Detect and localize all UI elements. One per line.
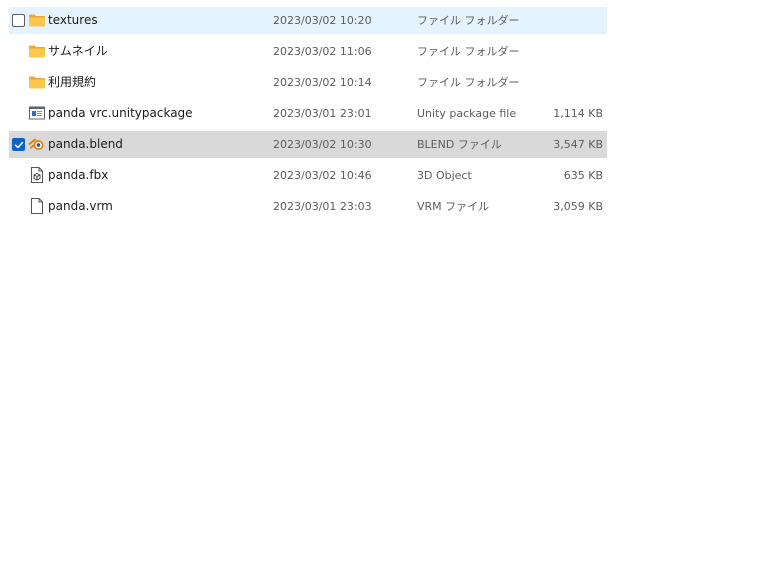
list-item[interactable]: 利用規約 2023/03/02 10:14 ファイル フォルダー — [9, 69, 607, 96]
file-name: textures — [48, 13, 98, 27]
row-checkbox[interactable] — [12, 14, 25, 27]
date-modified: 2023/03/02 10:30 — [273, 138, 372, 151]
date-modified: 2023/03/02 10:20 — [273, 14, 372, 27]
file-size — [549, 38, 603, 65]
unity-package-icon — [28, 104, 46, 122]
date-modified: 2023/03/02 10:14 — [273, 76, 372, 89]
list-item[interactable]: panda.vrm 2023/03/01 23:03 VRM ファイル 3,05… — [9, 193, 607, 220]
date-modified: 2023/03/02 10:46 — [273, 169, 372, 182]
file-name: panda.blend — [48, 137, 123, 151]
3d-object-icon — [28, 166, 46, 184]
row-checkbox[interactable] — [12, 138, 25, 151]
file-size: 3,059 KB — [553, 200, 603, 213]
file-name: panda.fbx — [48, 168, 109, 182]
file-type: Unity package file — [417, 107, 517, 120]
file-size — [549, 69, 603, 96]
file-size: 1,114 KB — [553, 107, 603, 120]
list-item[interactable]: panda vrc.unitypackage 2023/03/01 23:01 … — [9, 100, 607, 127]
date-modified: 2023/03/01 23:01 — [273, 107, 372, 120]
file-name: サムネイル — [48, 44, 108, 58]
file-size — [549, 7, 603, 34]
folder-icon — [28, 11, 46, 29]
list-item[interactable]: panda.fbx 2023/03/02 10:46 3D Object 635… — [9, 162, 607, 189]
date-modified: 2023/03/01 23:03 — [273, 200, 372, 213]
blender-icon — [28, 135, 46, 153]
file-icon — [28, 197, 46, 215]
list-item[interactable]: panda.blend 2023/03/02 10:30 BLEND ファイル … — [9, 131, 607, 158]
file-list: textures 2023/03/02 10:20 ファイル フォルダー サムネ… — [0, 0, 764, 586]
file-size: 635 KB — [563, 169, 603, 182]
folder-icon — [28, 42, 46, 60]
file-type: BLEND ファイル — [417, 138, 502, 151]
file-name: panda.vrm — [48, 199, 113, 213]
file-size: 3,547 KB — [553, 138, 603, 151]
file-type: ファイル フォルダー — [417, 76, 520, 89]
date-modified: 2023/03/02 11:06 — [273, 45, 372, 58]
list-item[interactable]: textures 2023/03/02 10:20 ファイル フォルダー — [9, 7, 607, 34]
file-type: ファイル フォルダー — [417, 45, 520, 58]
file-name: panda vrc.unitypackage — [48, 106, 193, 120]
file-type: 3D Object — [417, 169, 472, 182]
file-type: ファイル フォルダー — [417, 14, 520, 27]
file-name: 利用規約 — [48, 75, 97, 89]
list-item[interactable]: サムネイル 2023/03/02 11:06 ファイル フォルダー — [9, 38, 607, 65]
file-type: VRM ファイル — [417, 200, 490, 213]
folder-icon — [28, 73, 46, 91]
